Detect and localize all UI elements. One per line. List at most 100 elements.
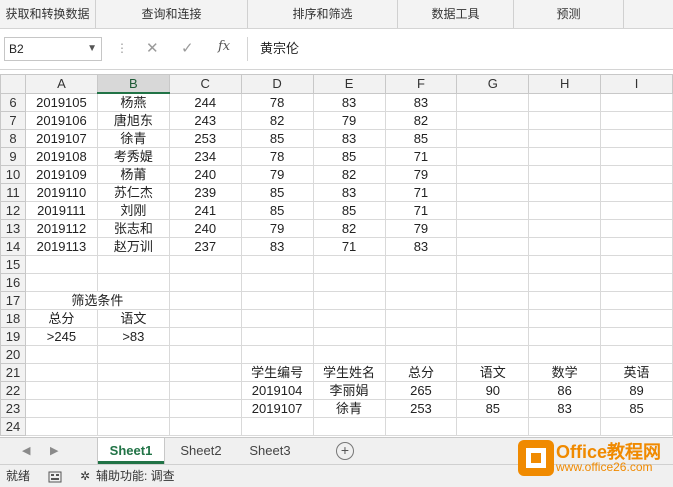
column-header-c[interactable]: C	[168, 74, 242, 94]
cell[interactable]: 79	[240, 219, 314, 238]
cell[interactable]: 2019105	[24, 92, 98, 112]
cell[interactable]	[456, 219, 530, 238]
cell[interactable]	[528, 255, 602, 274]
cell[interactable]	[528, 345, 602, 364]
ribbon-group-get-transform[interactable]: 获取和转换数据	[0, 0, 96, 28]
cell[interactable]	[528, 219, 602, 238]
cell[interactable]: 总分	[384, 363, 458, 382]
cell[interactable]	[312, 345, 386, 364]
cell[interactable]: 杨莆	[96, 165, 170, 184]
row-header[interactable]: 13	[0, 219, 26, 238]
row-header[interactable]: 24	[0, 417, 26, 436]
row-header[interactable]: 15	[0, 255, 26, 274]
cell[interactable]	[456, 147, 530, 166]
cell[interactable]	[528, 183, 602, 202]
cell[interactable]	[384, 417, 458, 436]
cell[interactable]: 239	[168, 183, 242, 202]
cell[interactable]: 243	[168, 111, 242, 130]
cell[interactable]	[312, 291, 386, 310]
close-icon[interactable]: ✕	[146, 39, 159, 57]
cell[interactable]	[24, 381, 98, 400]
cell[interactable]: 253	[168, 129, 242, 148]
cell[interactable]	[528, 291, 602, 310]
cell[interactable]: 85	[456, 399, 530, 418]
scroll-left-icon[interactable]: ◀	[22, 444, 30, 457]
cell[interactable]: 78	[240, 92, 314, 112]
cell[interactable]: 张志和	[96, 219, 170, 238]
cell[interactable]: 85	[384, 129, 458, 148]
cell[interactable]: 数学	[528, 363, 602, 382]
cell[interactable]	[528, 201, 602, 220]
cell[interactable]	[168, 327, 242, 346]
cell[interactable]	[456, 309, 530, 328]
cell[interactable]: 83	[384, 237, 458, 256]
cell[interactable]	[456, 327, 530, 346]
cell[interactable]	[600, 309, 673, 328]
cell[interactable]	[600, 237, 673, 256]
chevron-down-icon[interactable]: ▼	[87, 38, 97, 60]
cell[interactable]: 85	[240, 183, 314, 202]
cell[interactable]	[528, 129, 602, 148]
cell[interactable]: 学生编号	[240, 363, 314, 382]
cell[interactable]	[456, 201, 530, 220]
cell[interactable]	[528, 237, 602, 256]
cell[interactable]	[600, 417, 673, 436]
cell[interactable]	[96, 399, 170, 418]
column-header-f[interactable]: F	[384, 74, 458, 94]
column-header-e[interactable]: E	[312, 74, 386, 94]
cell[interactable]: 85	[240, 129, 314, 148]
cell[interactable]: 71	[384, 183, 458, 202]
cell[interactable]: 85	[312, 201, 386, 220]
cell[interactable]: 79	[312, 111, 386, 130]
cell[interactable]	[456, 273, 530, 292]
row-header[interactable]: 17	[0, 291, 26, 310]
cell[interactable]	[24, 273, 98, 292]
cell[interactable]: 赵万训	[96, 237, 170, 256]
cell[interactable]	[600, 129, 673, 148]
cell[interactable]: 杨燕	[96, 92, 170, 112]
cell[interactable]: 82	[240, 111, 314, 130]
cell[interactable]	[240, 291, 314, 310]
cell[interactable]: 83	[384, 92, 458, 112]
cell[interactable]: 语文	[96, 309, 170, 328]
cell[interactable]	[600, 255, 673, 274]
cell[interactable]: 语文	[456, 363, 530, 382]
cell[interactable]: 244	[168, 92, 242, 112]
cell[interactable]	[384, 327, 458, 346]
cell[interactable]	[312, 417, 386, 436]
row-header[interactable]: 11	[0, 183, 26, 202]
cell[interactable]: 2019111	[24, 201, 98, 220]
cell[interactable]	[456, 129, 530, 148]
row-header[interactable]: 23	[0, 399, 26, 418]
cell[interactable]: 83	[312, 129, 386, 148]
cell[interactable]: 89	[600, 381, 673, 400]
row-header[interactable]: 21	[0, 363, 26, 382]
accessibility-icon[interactable]: ✲	[80, 465, 90, 487]
ribbon-group-queries[interactable]: 查询和连接	[96, 0, 248, 28]
cell[interactable]: 240	[168, 165, 242, 184]
cell[interactable]	[96, 273, 170, 292]
worksheet-grid[interactable]: A B C D E F G H I 6 2019105 杨燕 244 78 83 83 7 20…	[0, 74, 673, 436]
cell[interactable]	[240, 417, 314, 436]
cell[interactable]: 刘刚	[96, 201, 170, 220]
cell[interactable]	[456, 291, 530, 310]
cell[interactable]	[240, 273, 314, 292]
cell[interactable]	[456, 345, 530, 364]
cell[interactable]: 82	[312, 219, 386, 238]
cell[interactable]	[96, 363, 170, 382]
cell[interactable]	[600, 273, 673, 292]
cell[interactable]	[456, 92, 530, 112]
sheet-tab-sheet1[interactable]: Sheet1	[98, 438, 164, 464]
column-header-g[interactable]: G	[456, 74, 530, 94]
cell[interactable]: 2019109	[24, 165, 98, 184]
cell[interactable]	[384, 345, 458, 364]
cell[interactable]	[240, 309, 314, 328]
cell[interactable]	[168, 381, 242, 400]
cell[interactable]: 唐旭东	[96, 111, 170, 130]
cell[interactable]	[456, 165, 530, 184]
cell[interactable]	[384, 255, 458, 274]
cell[interactable]	[240, 255, 314, 274]
cell[interactable]	[240, 345, 314, 364]
cell[interactable]	[168, 273, 242, 292]
cell[interactable]: 83	[312, 183, 386, 202]
